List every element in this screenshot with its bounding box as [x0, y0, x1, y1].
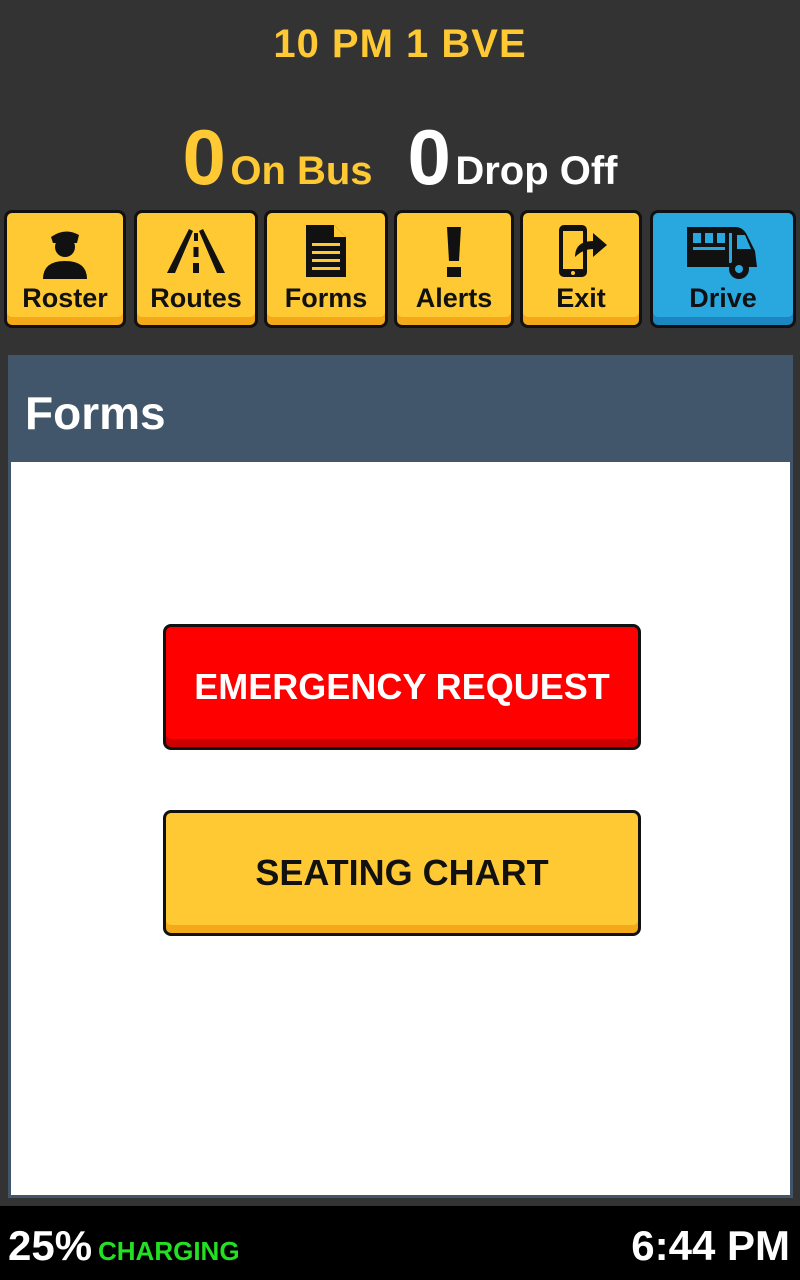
panel-header: Forms	[11, 358, 790, 462]
alerts-label: Alerts	[415, 283, 493, 313]
seating-chart-button[interactable]: SEATING CHART	[163, 810, 641, 936]
forms-button[interactable]: Forms	[264, 210, 388, 328]
driver-icon	[7, 223, 123, 281]
exit-label: Exit	[556, 283, 606, 313]
road-icon	[137, 223, 255, 281]
drive-label: Drive	[689, 283, 757, 313]
on-bus-label: On Bus	[230, 149, 373, 193]
document-icon	[267, 223, 385, 281]
passenger-counts: 0 On Bus 0 Drop Off	[0, 112, 800, 203]
roster-button[interactable]: Roster	[4, 210, 126, 328]
roster-label: Roster	[22, 283, 108, 313]
on-bus-count: 0	[182, 113, 226, 201]
drop-off-label: Drop Off	[455, 149, 618, 193]
drop-off-count: 0	[407, 113, 451, 201]
toolbar: Roster Routes Forms Alerts Exit Drive	[4, 210, 796, 330]
routes-button[interactable]: Routes	[134, 210, 258, 328]
emergency-request-button[interactable]: EMERGENCY REQUEST	[163, 624, 641, 750]
exit-button[interactable]: Exit	[520, 210, 642, 328]
header: 10 PM 1 BVE 0 On Bus 0 Drop Off Roster R…	[0, 0, 800, 345]
routes-label: Routes	[150, 283, 242, 313]
charging-status: CHARGING	[98, 1236, 240, 1266]
status-bar: 25% CHARGING 6:44 PM	[0, 1206, 800, 1280]
exclamation-icon	[397, 223, 511, 281]
battery-level: 25%	[8, 1222, 93, 1269]
forms-panel: Forms EMERGENCY REQUEST SEATING CHART	[8, 355, 793, 1198]
panel-title: Forms	[25, 387, 166, 439]
drive-button[interactable]: Drive	[650, 210, 796, 328]
alerts-button[interactable]: Alerts	[394, 210, 514, 328]
route-title: 10 PM 1 BVE	[273, 22, 527, 66]
forms-label: Forms	[284, 283, 368, 313]
bus-icon	[653, 223, 793, 281]
clock: 6:44 PM	[631, 1222, 790, 1269]
phone-exit-icon	[523, 223, 639, 281]
